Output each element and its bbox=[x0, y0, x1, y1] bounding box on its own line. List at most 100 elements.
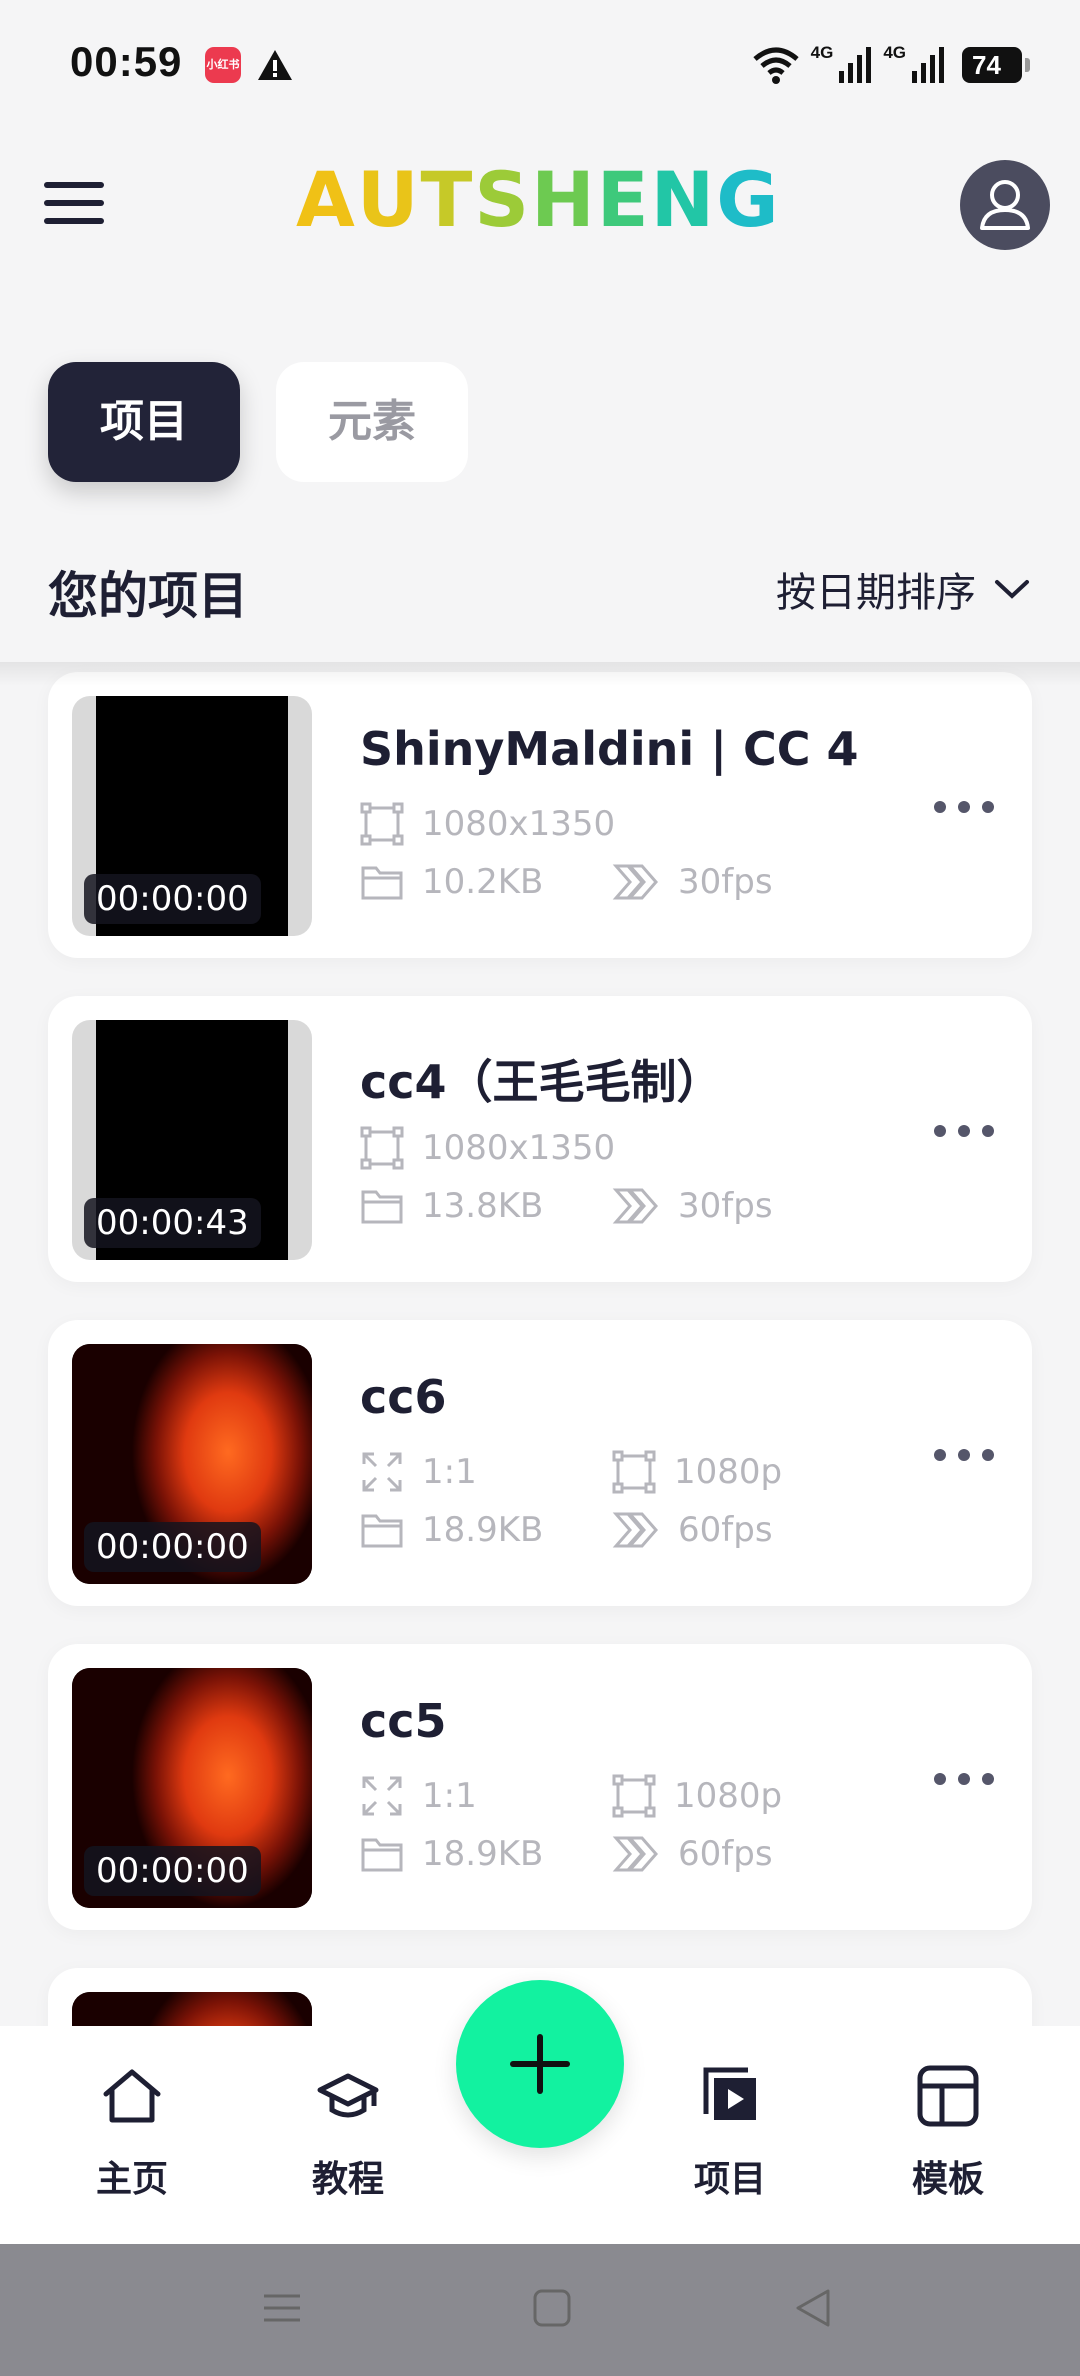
project-card[interactable]: 00:00:00 cc5 1:1 1080p 18.9KB 60fps bbox=[48, 1644, 1032, 1930]
more-options-button[interactable] bbox=[934, 1116, 994, 1146]
folder-icon bbox=[361, 866, 403, 900]
more-options-button[interactable] bbox=[934, 1440, 994, 1470]
logo-letter: E bbox=[596, 155, 651, 244]
frame-icon bbox=[612, 1774, 656, 1818]
signal-icon-2 bbox=[912, 47, 944, 83]
resolution-text: 1080x1350 bbox=[422, 1128, 616, 1168]
app-logo: AUTSHENG bbox=[296, 160, 781, 240]
fps-icon bbox=[612, 1836, 658, 1872]
fps-icon bbox=[612, 1512, 658, 1548]
fps-info: 30fps bbox=[612, 1186, 773, 1226]
folder-icon bbox=[361, 1838, 403, 1872]
quality-text: 1080p bbox=[674, 1452, 783, 1492]
duration-badge: 00:00:43 bbox=[84, 1198, 261, 1248]
fps-text: 30fps bbox=[678, 862, 773, 902]
duration-badge: 00:00:00 bbox=[84, 874, 261, 924]
fps-info: 60fps bbox=[612, 1834, 773, 1874]
logo-letter: A bbox=[296, 155, 357, 244]
ratio-text: 1:1 bbox=[422, 1776, 477, 1816]
chevron-down-icon bbox=[995, 580, 1029, 599]
menu-button[interactable] bbox=[44, 182, 104, 232]
home-icon bbox=[103, 2069, 161, 2123]
nav-item-templates[interactable]: 模板 bbox=[868, 2064, 1028, 2202]
logo-letter: S bbox=[474, 155, 532, 244]
system-navigation-bar bbox=[0, 2244, 1080, 2376]
resolution-info: 1080x1350 bbox=[360, 1126, 615, 1170]
project-thumbnail: 00:00:43 bbox=[72, 1020, 312, 1260]
size-info: 18.9KB bbox=[360, 1834, 543, 1874]
home-button-icon[interactable] bbox=[530, 2286, 574, 2330]
add-project-button[interactable] bbox=[456, 1980, 624, 2148]
project-title: cc5 bbox=[360, 1694, 447, 1748]
status-bar: 00:59 小红书 4G 4G 74 bbox=[0, 0, 1080, 130]
warning-icon bbox=[258, 50, 292, 80]
battery-icon: 74 bbox=[962, 47, 1030, 83]
nav-label: 主页 bbox=[95, 2158, 168, 2199]
signal-icon bbox=[839, 47, 872, 83]
nav-label: 项目 bbox=[693, 2158, 766, 2199]
size-text: 13.8KB bbox=[422, 1186, 544, 1226]
network-type-2: 4G bbox=[883, 43, 906, 62]
frame-icon bbox=[360, 802, 404, 846]
quality-text: 1080p bbox=[674, 1776, 783, 1816]
nav-item-home[interactable]: 主页 bbox=[52, 2064, 212, 2202]
fps-icon bbox=[612, 1188, 658, 1224]
size-info: 18.9KB bbox=[360, 1510, 543, 1550]
graduation-cap-icon bbox=[317, 2073, 379, 2118]
logo-letter: G bbox=[716, 155, 781, 244]
fps-icon bbox=[612, 864, 658, 900]
folder-icon bbox=[361, 1190, 403, 1224]
more-options-button[interactable] bbox=[934, 792, 994, 822]
project-list[interactable]: 00:00:00 ShinyMaldini | CC 4 1080x1350 1… bbox=[0, 662, 1080, 2026]
network-type-1: 4G bbox=[810, 43, 834, 62]
project-card[interactable]: 00:00:00 cc6 1:1 1080p 18.9KB 60fps bbox=[48, 1320, 1032, 1606]
project-card[interactable]: 00:00:43 cc4（王毛毛制） 1080x1350 13.8KB 30fp… bbox=[48, 996, 1032, 1282]
ratio-info: 1:1 bbox=[360, 1774, 477, 1818]
list-shadow bbox=[0, 662, 1080, 686]
logo-letter: N bbox=[650, 155, 717, 244]
project-card[interactable]: 00:00:00 ShinyMaldini | CC 4 1080x1350 1… bbox=[48, 672, 1032, 958]
quality-info: 1080p bbox=[612, 1774, 782, 1818]
frame-icon bbox=[360, 1126, 404, 1170]
project-thumbnail: 00:00:00 bbox=[72, 1344, 312, 1584]
templates-icon bbox=[917, 2065, 979, 2127]
project-thumbnail: 00:00:00 bbox=[72, 1668, 312, 1908]
tab-elements[interactable]: 元素 bbox=[276, 362, 468, 482]
duration-badge: 00:00:00 bbox=[84, 1522, 261, 1572]
projects-icon bbox=[703, 2067, 756, 2120]
fps-text: 60fps bbox=[678, 1834, 773, 1874]
size-info: 10.2KB bbox=[360, 862, 543, 902]
logo-letter: U bbox=[356, 155, 421, 244]
size-text: 18.9KB bbox=[422, 1510, 544, 1550]
project-thumbnail: 00:00:00 bbox=[72, 696, 312, 936]
folder-icon bbox=[361, 1514, 403, 1548]
back-icon[interactable] bbox=[792, 2286, 836, 2330]
nav-label: 教程 bbox=[311, 2158, 384, 2199]
fps-info: 30fps bbox=[612, 862, 773, 902]
project-title: ShinyMaldini | CC 4 bbox=[360, 722, 859, 776]
project-title: cc4（王毛毛制） bbox=[360, 1055, 723, 1109]
fps-info: 60fps bbox=[612, 1510, 773, 1550]
frame-icon bbox=[612, 1450, 656, 1494]
wifi-icon bbox=[752, 47, 799, 84]
size-text: 10.2KB bbox=[422, 862, 544, 902]
expand-icon bbox=[362, 1452, 402, 1492]
status-time: 00:59 bbox=[70, 38, 183, 85]
nav-item-tutorials[interactable]: 教程 bbox=[268, 2064, 428, 2202]
quality-info: 1080p bbox=[612, 1450, 782, 1494]
duration-badge: 00:00:00 bbox=[84, 1846, 261, 1896]
size-text: 18.9KB bbox=[422, 1834, 544, 1874]
project-title: cc6 bbox=[360, 1370, 447, 1424]
ratio-text: 1:1 bbox=[422, 1452, 477, 1492]
section-title: 您的项目 bbox=[48, 568, 248, 624]
recent-apps-icon[interactable] bbox=[260, 2286, 304, 2330]
ratio-info: 1:1 bbox=[360, 1450, 477, 1494]
sort-dropdown[interactable]: 按日期排序 bbox=[776, 560, 1030, 618]
more-options-button[interactable] bbox=[934, 1764, 994, 1794]
nav-item-projects[interactable]: 项目 bbox=[650, 2064, 810, 2202]
sort-label: 按日期排序 bbox=[776, 571, 976, 615]
fps-text: 30fps bbox=[678, 1186, 773, 1226]
resolution-info: 1080x1350 bbox=[360, 802, 615, 846]
avatar[interactable] bbox=[960, 160, 1050, 250]
tab-projects[interactable]: 项目 bbox=[48, 362, 240, 482]
